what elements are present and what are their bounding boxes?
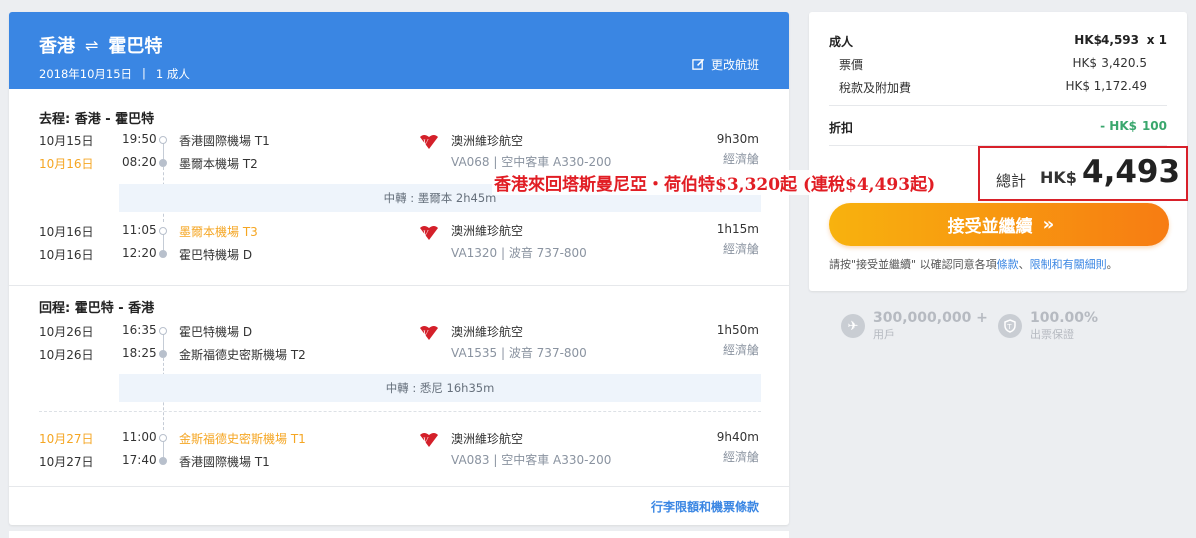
timeline-dot	[159, 327, 167, 335]
total-label: 總計	[996, 172, 1027, 190]
itinerary-header: 香港 ⇌ 霍巴特 2018年10月15日 | 1 成人 更改航班	[9, 12, 789, 89]
timeline-dot	[159, 159, 167, 167]
total-amount: 4,493	[1082, 154, 1181, 190]
timeline-dot	[159, 350, 167, 358]
svg-text:T: T	[1006, 323, 1012, 331]
shield-icon: T	[998, 314, 1022, 338]
section-divider	[9, 285, 789, 286]
virgin-australia-logo-icon: V	[420, 226, 438, 240]
inbound-title: 回程: 霍巴特 - 香港	[39, 301, 155, 316]
transfer-info: 中轉 : 悉尼 16h35m	[119, 374, 761, 402]
timeline-dot	[159, 434, 167, 442]
trip-date: 2018年10月15日	[39, 67, 133, 81]
route-title: 香港 ⇌ 霍巴特	[39, 32, 759, 58]
flight-stop: 10月27日 11:00 金斯福德史密斯機場 T1	[39, 430, 306, 446]
price-divider	[829, 105, 1167, 106]
stat-users: ✈ 300,000,000 + 用戶	[841, 310, 988, 342]
virgin-australia-logo-icon: V	[420, 135, 438, 149]
flight-stop: 10月26日 18:25 金斯福德史密斯機場 T2	[39, 346, 306, 362]
stat-ticket-guarantee: T 100.00% 出票保證	[998, 310, 1098, 342]
plane-icon: ✈	[841, 314, 865, 338]
change-flight-label: 更改航班	[710, 58, 759, 72]
flight-stop: 10月16日 11:05 墨爾本機場 T3	[39, 223, 258, 239]
change-flight-button[interactable]: 更改航班	[692, 56, 759, 73]
leg-divider	[39, 411, 761, 412]
itinerary-card: 香港 ⇌ 霍巴特 2018年10月15日 | 1 成人 更改航班 去程: 香港 …	[9, 12, 789, 525]
virgin-australia-logo-icon: V	[420, 326, 438, 340]
edit-icon	[692, 58, 705, 70]
restrictions-link[interactable]: 限制和有關細則	[1030, 258, 1107, 271]
terms-notice: 請按"接受並繼續" 以確認同意各項條款、限制和有關細則。	[829, 258, 1118, 271]
timeline-dot	[159, 457, 167, 465]
origin-city: 香港	[39, 36, 75, 57]
baggage-terms-link[interactable]: 行李限額和機票條款	[651, 498, 759, 515]
passenger-count: 1 成人	[155, 67, 190, 81]
timeline-dot	[159, 136, 167, 144]
section-divider	[9, 486, 789, 487]
promo-overlay-text: 香港來回塔斯曼尼亞・荷伯特$3,320起 (連稅$4,493起)	[492, 170, 938, 195]
flight-stop: 10月16日 08:20 墨爾本機場 T2	[39, 155, 258, 171]
trip-summary: 2018年10月15日 | 1 成人	[39, 66, 759, 82]
swap-icon: ⇌	[85, 35, 99, 55]
next-card-edge	[9, 531, 789, 538]
flight-stop: 10月27日 17:40 香港國際機場 T1	[39, 453, 270, 469]
timeline-dot	[159, 227, 167, 235]
accept-continue-label: 接受並繼續	[947, 217, 1033, 237]
total-price-box: 總計 HK$ 4,493	[978, 146, 1188, 201]
flight-stop: 10月15日 19:50 香港國際機場 T1	[39, 132, 270, 148]
terms-link[interactable]: 條款	[997, 258, 1019, 271]
timeline-dot	[159, 250, 167, 258]
outbound-title: 去程: 香港 - 霍巴特	[39, 112, 155, 127]
total-currency: HK$	[1040, 168, 1077, 187]
virgin-australia-logo-icon: V	[420, 433, 438, 447]
flight-stop: 10月26日 16:35 霍巴特機場 D	[39, 323, 253, 339]
flight-stop: 10月16日 12:20 霍巴特機場 D	[39, 246, 253, 262]
double-chevron-icon: »	[1042, 214, 1054, 235]
separator: |	[142, 66, 146, 80]
destination-city: 霍巴特	[108, 36, 163, 57]
accept-continue-button[interactable]: 接受並繼續 »	[829, 203, 1169, 246]
